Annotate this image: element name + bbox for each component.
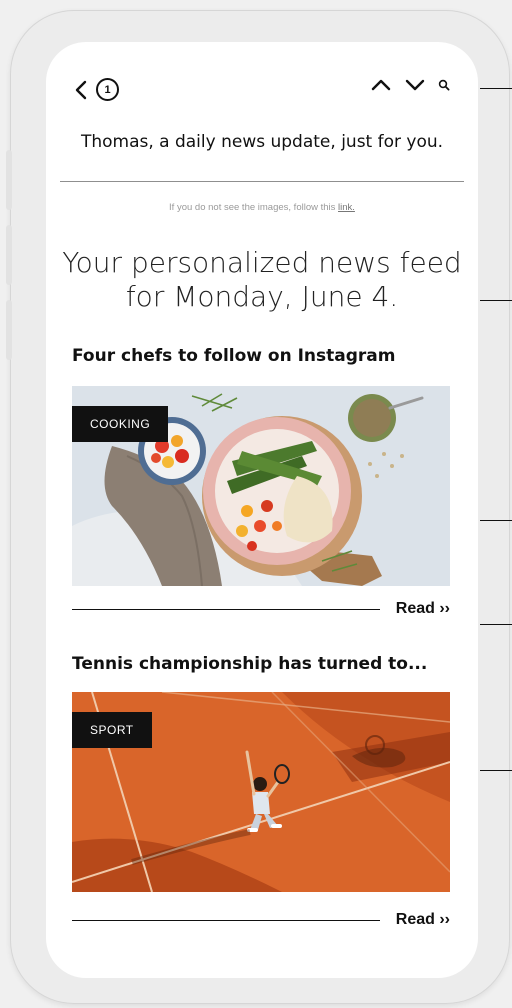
- article-image-tennis[interactable]: SPORT: [72, 692, 450, 892]
- callout-line: [480, 770, 512, 771]
- nav-left: 1: [74, 78, 119, 101]
- images-notice: If you do not see the images, follow thi…: [46, 202, 478, 213]
- feed-title-line1: Your personalized news feed: [62, 246, 462, 279]
- read-divider: [72, 609, 380, 610]
- top-navigation: 1: [74, 78, 450, 108]
- callout-line: [480, 300, 512, 301]
- category-tag-cooking: COOKING: [72, 406, 169, 442]
- category-tag-sport: SPORT: [72, 712, 152, 748]
- article-title[interactable]: Four chefs to follow on Instagram: [72, 346, 396, 366]
- images-notice-text: If you do not see the images, follow thi…: [169, 202, 339, 213]
- read-more-link[interactable]: Read ››: [396, 600, 450, 618]
- greeting-text: Thomas, a daily news update, just for yo…: [80, 132, 444, 152]
- header-divider: [60, 181, 464, 182]
- phone-side-button: [6, 225, 12, 285]
- read-divider: [72, 920, 380, 921]
- callout-line: [480, 88, 512, 89]
- article-title[interactable]: Tennis championship has turned to...: [72, 654, 427, 674]
- images-notice-link[interactable]: link.: [338, 202, 355, 213]
- read-more-link[interactable]: Read ››: [396, 911, 450, 929]
- feed-title: Your personalized news feed for Monday, …: [46, 246, 478, 314]
- read-row: Read ››: [72, 599, 450, 619]
- phone-side-button: [6, 300, 12, 360]
- callout-line: [480, 624, 512, 625]
- chevron-up-icon[interactable]: [370, 78, 392, 92]
- search-icon[interactable]: [438, 79, 450, 91]
- chevron-down-icon[interactable]: [404, 78, 426, 92]
- article-image-food[interactable]: COOKING: [72, 386, 450, 586]
- nav-right: [370, 78, 450, 92]
- chevron-left-icon[interactable]: [74, 79, 88, 101]
- feed-title-line2: for Monday, June 4.: [125, 280, 399, 313]
- notification-count-badge[interactable]: 1: [96, 78, 119, 101]
- callout-line: [480, 520, 512, 521]
- phone-side-button: [6, 150, 12, 210]
- phone-screen: 1 Thomas, a daily news update, just for …: [46, 42, 478, 978]
- read-row: Read ››: [72, 910, 450, 930]
